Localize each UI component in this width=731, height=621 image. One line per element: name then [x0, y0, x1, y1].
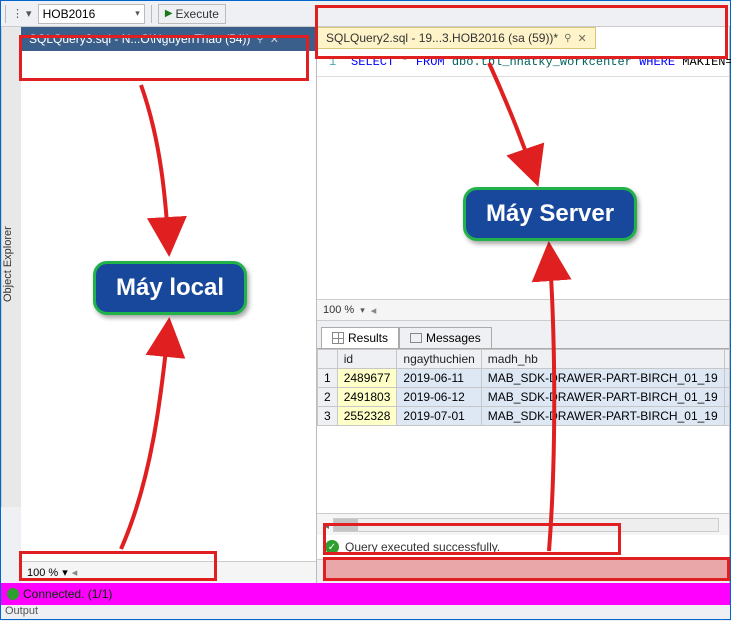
results-grid[interactable]: id ngaythuchien madh_hb m 124896772019-0…: [317, 349, 729, 513]
sql-editor[interactable]: 1 SELECT * FROM dbo.tbl_nhatky_workcente…: [317, 51, 729, 77]
scroll-left-icon[interactable]: ◂: [323, 518, 329, 532]
execute-label: Execute: [176, 7, 219, 21]
table-row[interactable]: 224918032019-06-12MAB_SDK-DRAWER-PART-BI…: [318, 388, 730, 407]
cell-id: 2489677: [337, 369, 397, 388]
scrollbar-track[interactable]: [333, 518, 719, 532]
results-table: id ngaythuchien madh_hb m 124896772019-0…: [317, 349, 729, 426]
tab-results[interactable]: Results: [321, 327, 399, 349]
left-zoom-bar: 100 % ▾ ◂: [21, 561, 316, 583]
cell-ngay: 2019-06-12: [397, 388, 481, 407]
scroll-left-icon[interactable]: ◂: [371, 304, 377, 317]
object-explorer-label: Object Explorer: [2, 226, 14, 302]
output-panel-label[interactable]: Output: [5, 605, 38, 619]
tab-messages-label: Messages: [426, 331, 481, 345]
cell-madh: MAB_SDK-DRAWER-PART-BIRCH_01_19: [481, 369, 724, 388]
cell-rownum: 1: [318, 369, 338, 388]
cell-madh: MAB_SDK-DRAWER-PART-BIRCH_01_19: [481, 407, 724, 426]
toolbar: ⋮ ▾ HOB2016 ▾ ▶ Execute: [1, 1, 730, 27]
cell-ngay: 2019-06-11: [397, 369, 481, 388]
cell-rownum: 3: [318, 407, 338, 426]
left-tabbar: SQLQuery3.sql - N...O\NguyenThao (54)) ⚲…: [21, 27, 316, 51]
col-id[interactable]: id: [337, 350, 397, 369]
tab-messages[interactable]: Messages: [399, 327, 492, 349]
play-icon: ▶: [165, 8, 173, 19]
chevron-down-icon: ▾: [135, 8, 140, 19]
left-pane: SQLQuery3.sql - N...O\NguyenThao (54)) ⚲…: [21, 27, 317, 583]
grid-icon: [332, 332, 344, 344]
col-rownum[interactable]: [318, 350, 338, 369]
col-ngaythuchien[interactable]: ngaythuchien: [397, 350, 481, 369]
result-tabs: Results Messages: [317, 321, 729, 349]
sql-object: dbo.tbl_nhatky_workcenter: [452, 55, 632, 69]
right-bottom-strip: [317, 559, 729, 583]
close-icon[interactable]: ✕: [577, 32, 586, 45]
close-icon[interactable]: ✕: [270, 33, 279, 46]
message-icon: [410, 333, 422, 343]
line-number: 1: [329, 55, 336, 69]
pin-icon[interactable]: ⚲: [256, 34, 263, 45]
table-header-row: id ngaythuchien madh_hb m: [318, 350, 730, 369]
sql-col: MAKIEN: [682, 55, 725, 69]
query-status-bar: ✓ Query executed successfully.: [317, 535, 729, 559]
cell-rownum: 2: [318, 388, 338, 407]
tab-title: SQLQuery2.sql - 19...3.HOB2016 (sa (59))…: [326, 31, 558, 45]
col-madh-hb[interactable]: madh_hb: [481, 350, 724, 369]
query-status-text: Query executed successfully.: [345, 540, 500, 554]
right-zoom-value: 100 %: [323, 304, 354, 316]
object-explorer-tab[interactable]: Object Explorer: [1, 27, 21, 507]
sql-trail: =: [726, 55, 731, 69]
database-dropdown-value: HOB2016: [43, 7, 96, 21]
pin-icon[interactable]: ⚲: [564, 33, 571, 44]
execute-button[interactable]: ▶ Execute: [158, 4, 226, 24]
cell-m: 6: [724, 388, 729, 407]
tab-results-label: Results: [348, 331, 388, 345]
star: *: [401, 55, 408, 69]
tab-title: SQLQuery3.sql - N...O\NguyenThao (54)): [29, 32, 250, 46]
toolbar-sep: [151, 5, 152, 23]
scroll-left-icon[interactable]: ◂: [72, 566, 78, 579]
toolbar-leading-icons: ⋮ ▾: [12, 7, 32, 20]
kw-from: FROM: [416, 55, 445, 69]
right-tabbar: SQLQuery2.sql - 19...3.HOB2016 (sa (59))…: [317, 27, 729, 51]
check-icon: ✓: [325, 540, 339, 554]
tab-sqlquery2[interactable]: SQLQuery2.sql - 19...3.HOB2016 (sa (59))…: [317, 27, 596, 49]
connection-ok-icon: [7, 588, 19, 600]
right-pane: SQLQuery2.sql - 19...3.HOB2016 (sa (59))…: [317, 27, 730, 583]
scrollbar-thumb[interactable]: [334, 519, 358, 531]
cell-id: 2552328: [337, 407, 397, 426]
table-row[interactable]: 124896772019-06-11MAB_SDK-DRAWER-PART-BI…: [318, 369, 730, 388]
table-row[interactable]: 325523282019-07-01MAB_SDK-DRAWER-PART-BI…: [318, 407, 730, 426]
grid-scrollbar[interactable]: ◂: [317, 513, 729, 535]
chevron-down-icon[interactable]: ▾: [62, 566, 68, 579]
cell-madh: MAB_SDK-DRAWER-PART-BIRCH_01_19: [481, 388, 724, 407]
kw-where: WHERE: [639, 55, 675, 69]
left-editor-body[interactable]: [21, 51, 316, 561]
right-zoom-bar: 100 % ▾ ◂: [317, 299, 729, 321]
cell-ngay: 2019-07-01: [397, 407, 481, 426]
database-dropdown[interactable]: HOB2016 ▾: [38, 4, 145, 24]
cell-id: 2491803: [337, 388, 397, 407]
tab-sqlquery3[interactable]: SQLQuery3.sql - N...O\NguyenThao (54)) ⚲…: [21, 27, 316, 51]
kw-select: SELECT: [351, 55, 394, 69]
col-m[interactable]: m: [724, 350, 729, 369]
cell-m: 6: [724, 369, 729, 388]
chevron-down-icon[interactable]: ▾: [360, 305, 365, 316]
toolbar-sep: [5, 5, 6, 23]
main-panes: SQLQuery3.sql - N...O\NguyenThao (54)) ⚲…: [21, 27, 730, 583]
connection-status-bar: Connected. (1/1): [1, 583, 730, 605]
cell-m: 6: [724, 407, 729, 426]
connection-status-text: Connected. (1/1): [23, 587, 112, 601]
left-zoom-value: 100 %: [27, 567, 58, 579]
